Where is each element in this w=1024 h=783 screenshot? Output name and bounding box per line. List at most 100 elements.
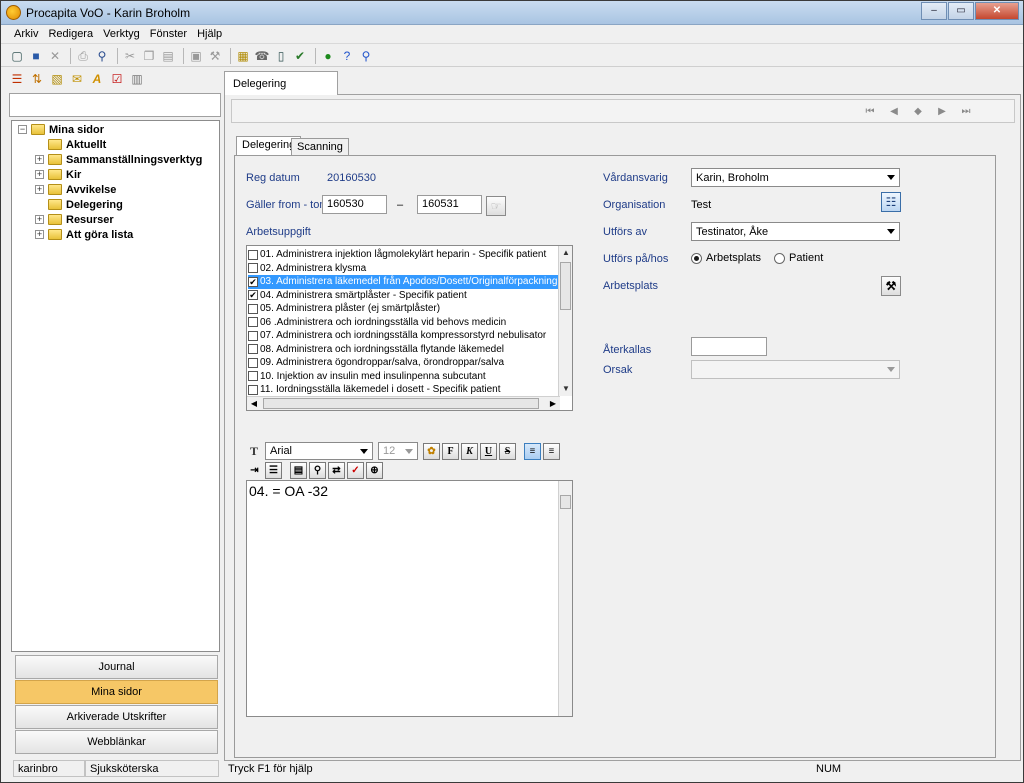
orsak-select[interactable] <box>691 360 900 379</box>
new-icon[interactable]: ▢ <box>9 48 25 64</box>
tree-item-att-gora-lista[interactable]: + Att göra lista <box>35 227 133 242</box>
check-icon[interactable]: ✔ <box>292 48 308 64</box>
font-icon[interactable]: A <box>89 71 105 87</box>
chart-icon[interactable]: ▧ <box>49 71 65 87</box>
task-list-item[interactable]: 10. Injektion av insulin med insulinpenn… <box>248 370 558 384</box>
task-list-item[interactable]: 06 .Administrera och iordningsställa vid… <box>248 316 558 330</box>
bold-button[interactable]: F <box>442 442 459 460</box>
list-settings-icon[interactable]: ☰ <box>9 71 25 87</box>
notes-icon[interactable]: ▦ <box>235 48 251 64</box>
checkbox-checked-icon[interactable]: ✔ <box>248 290 258 301</box>
tree-item-resurser[interactable]: + Resurser <box>35 212 114 227</box>
text-editor[interactable]: 04. = OA -32 <box>246 480 573 717</box>
indent-icon[interactable]: ⇥ <box>246 462 263 479</box>
nav-arkiverade-utskrifter-button[interactable]: Arkiverade Utskrifter <box>15 705 218 729</box>
scroll-up-icon[interactable]: ▲ <box>559 246 572 260</box>
current-record-icon[interactable]: ◆ <box>910 104 926 120</box>
tree-item-avvikelse[interactable]: + Avvikelse <box>35 182 116 197</box>
expand-icon[interactable]: + <box>35 170 44 179</box>
list-vertical-scrollbar[interactable]: ▲ ▼ <box>558 246 572 396</box>
next-record-icon[interactable]: ▶ <box>934 104 950 120</box>
checkbox-unchecked-icon[interactable] <box>248 303 258 314</box>
task-list-item[interactable]: 07. Administrera och iordningsställa kom… <box>248 329 558 343</box>
undo-icon[interactable]: ▣ <box>188 48 204 64</box>
scroll-left-icon[interactable]: ◀ <box>247 397 261 410</box>
fax-icon[interactable]: ☎ <box>254 48 270 64</box>
underline-button[interactable]: U <box>480 442 497 460</box>
expand-icon[interactable]: + <box>35 185 44 194</box>
radio-patient[interactable]: Patient <box>774 252 823 264</box>
color-palette-icon[interactable]: ✿ <box>423 442 440 460</box>
book-icon[interactable]: ▥ <box>129 71 145 87</box>
task-list-item[interactable]: 01. Administrera injektion lågmolekylärt… <box>248 248 558 262</box>
tab-scanning[interactable]: Scanning <box>291 138 349 156</box>
vardansvarig-select[interactable]: Karin, Broholm <box>691 168 900 187</box>
expand-icon[interactable]: + <box>35 155 44 164</box>
task-list-item[interactable]: 02. Administrera klysma <box>248 262 558 276</box>
zoom-icon[interactable]: ⊕ <box>366 461 383 479</box>
tools-icon[interactable]: ⚒ <box>881 276 901 296</box>
help-icon[interactable]: ? <box>339 48 355 64</box>
paste-icon[interactable]: ▤ <box>160 48 176 64</box>
tree-item-aktuellt[interactable]: Aktuellt <box>35 137 106 152</box>
tree-root[interactable]: − Mina sidor <box>18 122 104 137</box>
task-list-item[interactable]: 09. Administrera ögondroppar/salva, öron… <box>248 356 558 370</box>
bullet-list-icon[interactable]: ☰ <box>265 461 282 479</box>
tree-item-delegering[interactable]: Delegering <box>35 197 123 212</box>
galler-tom-field[interactable]: 160531 <box>417 195 482 214</box>
checkbox-unchecked-icon[interactable] <box>248 317 258 328</box>
align-left-icon[interactable]: ≡ <box>524 442 541 460</box>
font-size-select[interactable]: 12 <box>378 442 418 460</box>
copy-icon[interactable]: ❐ <box>141 48 157 64</box>
nav-mina-sidor-button[interactable]: Mina sidor <box>15 680 218 704</box>
replace-icon[interactable]: ⇄ <box>328 461 345 479</box>
checkbox-checked-icon[interactable]: ✔ <box>248 276 258 287</box>
prev-record-icon[interactable]: ◀ <box>886 104 902 120</box>
menu-hjalp[interactable]: Hjälp <box>192 25 227 43</box>
menu-arkiv[interactable]: Arkiv <box>9 25 43 43</box>
strikethrough-button[interactable]: S <box>499 442 516 460</box>
task-list-item[interactable]: ✔ 04. Administrera smärtplåster - Specifi… <box>248 289 558 303</box>
document-icon[interactable]: ▤ <box>290 461 307 479</box>
cut-icon[interactable]: ✂ <box>122 48 138 64</box>
galler-from-field[interactable]: 160530 <box>322 195 387 214</box>
tab-delegering[interactable]: Delegering <box>224 71 338 96</box>
scroll-thumb[interactable] <box>560 262 571 310</box>
first-record-icon[interactable]: ⏮ <box>862 104 878 120</box>
task-list-item[interactable]: 08. Administrera och iordningsställa fly… <box>248 343 558 357</box>
font-family-select[interactable]: Arial <box>265 442 373 460</box>
page-icon[interactable]: ▯ <box>273 48 289 64</box>
checkbox-unchecked-icon[interactable] <box>248 384 258 395</box>
sliders-icon[interactable]: ⇅ <box>29 71 45 87</box>
task-list-item[interactable]: 11. Iordningsställa läkemedel i dosett -… <box>248 383 558 397</box>
utfors-av-select[interactable]: Testinator, Åke <box>691 222 900 241</box>
aterkallas-field[interactable] <box>691 337 767 356</box>
scroll-down-icon[interactable]: ▼ <box>559 382 572 396</box>
editor-content[interactable]: 04. = OA -32 <box>249 483 328 499</box>
tools-icon[interactable]: ⚒ <box>207 48 223 64</box>
scroll-thumb[interactable] <box>560 495 571 509</box>
calendar-icon[interactable]: ☞ <box>486 196 506 216</box>
last-record-icon[interactable]: ⏭ <box>958 104 974 120</box>
info-icon[interactable]: ● <box>320 48 336 64</box>
task-list-item[interactable]: ✔ 03. Administrera läkemedel från Apodos/… <box>248 275 558 289</box>
checkbox-unchecked-icon[interactable] <box>248 263 258 274</box>
print-icon[interactable]: ⎙ <box>75 48 91 64</box>
task-list-item[interactable]: 05. Administrera plåster (ej smärtplåste… <box>248 302 558 316</box>
tree-item-kir[interactable]: + Kir <box>35 167 81 182</box>
tree-item-sammanstallningsverktyg[interactable]: + Sammanställningsverktyg <box>35 152 202 167</box>
minimize-button[interactable]: – <box>921 2 947 20</box>
checkbox-unchecked-icon[interactable] <box>248 330 258 341</box>
nav-journal-button[interactable]: Journal <box>15 655 218 679</box>
spellcheck-icon[interactable]: ✓ <box>347 461 364 479</box>
scroll-right-icon[interactable]: ▶ <box>546 397 560 410</box>
expand-icon[interactable]: + <box>35 230 44 239</box>
menu-fonster[interactable]: Fönster <box>145 25 192 43</box>
list-horizontal-scrollbar[interactable]: ◀ ▶ <box>247 396 560 410</box>
checkbox-unchecked-icon[interactable] <box>248 249 258 260</box>
find-icon[interactable]: ⚲ <box>94 48 110 64</box>
maximize-button[interactable]: ▭ <box>948 2 974 20</box>
menu-verktyg[interactable]: Verktyg <box>98 25 145 43</box>
menu-redigera[interactable]: Redigera <box>43 25 98 43</box>
checkbox-unchecked-icon[interactable] <box>248 371 258 382</box>
